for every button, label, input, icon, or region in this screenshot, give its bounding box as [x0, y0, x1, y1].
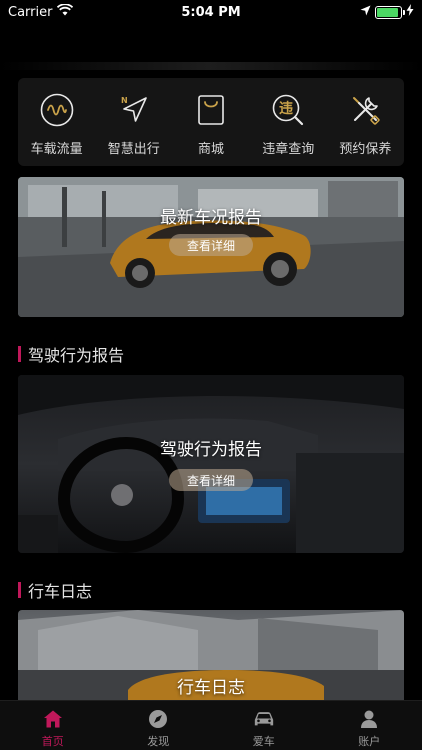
tab-label: 首页 — [41, 735, 64, 748]
car-report-banner[interactable]: 最新车况报告 查看详细 — [18, 177, 404, 317]
section-accent-bar — [18, 582, 21, 598]
view-driving-report-button[interactable]: 查看详细 — [169, 469, 253, 491]
wifi-icon — [57, 3, 74, 20]
user-icon — [358, 708, 380, 730]
section-accent-bar — [18, 346, 21, 362]
charging-icon — [406, 4, 414, 20]
quick-action-shop[interactable]: 商城 — [172, 78, 249, 166]
battery-icon — [375, 5, 405, 19]
quick-action-label: 智慧出行 — [107, 142, 160, 157]
status-right — [360, 4, 414, 20]
tab-label: 账户 — [358, 735, 381, 748]
view-report-button[interactable]: 查看详细 — [169, 234, 253, 256]
location-icon — [360, 5, 371, 20]
violation-char: 违 — [279, 100, 293, 117]
home-icon — [42, 708, 64, 730]
svg-text:N: N — [121, 96, 128, 105]
tab-home[interactable]: 首页 — [0, 701, 106, 750]
car-interior-image — [18, 375, 404, 553]
navigation-arrow-icon: N — [114, 90, 154, 130]
quick-actions-panel: 车载流量 N 智慧出行 商城 违 违章查询 预约保养 — [18, 78, 404, 166]
banner-title: 最新车况报告 — [160, 208, 262, 228]
shopping-bag-icon — [191, 90, 231, 130]
tab-my-car[interactable]: 爱车 — [211, 701, 317, 750]
quick-action-maintenance[interactable]: 预约保养 — [327, 78, 404, 166]
home-content[interactable]: 车载流量 N 智慧出行 商城 违 违章查询 预约保养 最新车况报告 查看详细 驾… — [0, 70, 422, 700]
quick-action-car-data[interactable]: 车载流量 — [18, 78, 95, 166]
tools-icon — [345, 90, 385, 130]
tab-label: 发现 — [147, 735, 170, 748]
tab-label: 爱车 — [252, 735, 275, 748]
section-driving-report: 驾驶行为报告 — [18, 342, 124, 366]
header-divider — [0, 62, 422, 70]
carrier-label: Carrier — [8, 4, 53, 20]
car-icon — [253, 708, 275, 730]
section-driving-log: 行车日志 — [18, 578, 92, 602]
waveform-icon — [37, 90, 77, 130]
compass-icon — [147, 708, 169, 730]
violation-search-icon: 违 — [268, 90, 308, 130]
banner-title: 驾驶行为报告 — [160, 440, 262, 460]
tab-account[interactable]: 账户 — [317, 701, 422, 750]
driving-log-banner[interactable]: 行车日志 — [18, 610, 404, 700]
status-left: Carrier — [8, 3, 74, 20]
tab-discover[interactable]: 发现 — [106, 701, 212, 750]
quick-action-label: 预约保养 — [339, 142, 392, 157]
banner-title: 行车日志 — [177, 678, 245, 698]
driving-report-banner[interactable]: 驾驶行为报告 查看详细 — [18, 375, 404, 553]
battery-fill — [377, 7, 398, 17]
section-title-text: 行车日志 — [28, 582, 93, 601]
quick-action-violation-query[interactable]: 违 违章查询 — [250, 78, 327, 166]
quick-action-smart-travel[interactable]: N 智慧出行 — [95, 78, 172, 166]
quick-action-label: 车载流量 — [30, 142, 83, 157]
status-bar: Carrier 5:04 PM — [0, 0, 422, 24]
quick-action-label: 商城 — [198, 142, 225, 157]
bottom-tab-bar: 首页 发现 爱车 账户 — [0, 700, 422, 750]
quick-action-label: 违章查询 — [262, 142, 315, 157]
section-title-text: 驾驶行为报告 — [28, 346, 125, 365]
